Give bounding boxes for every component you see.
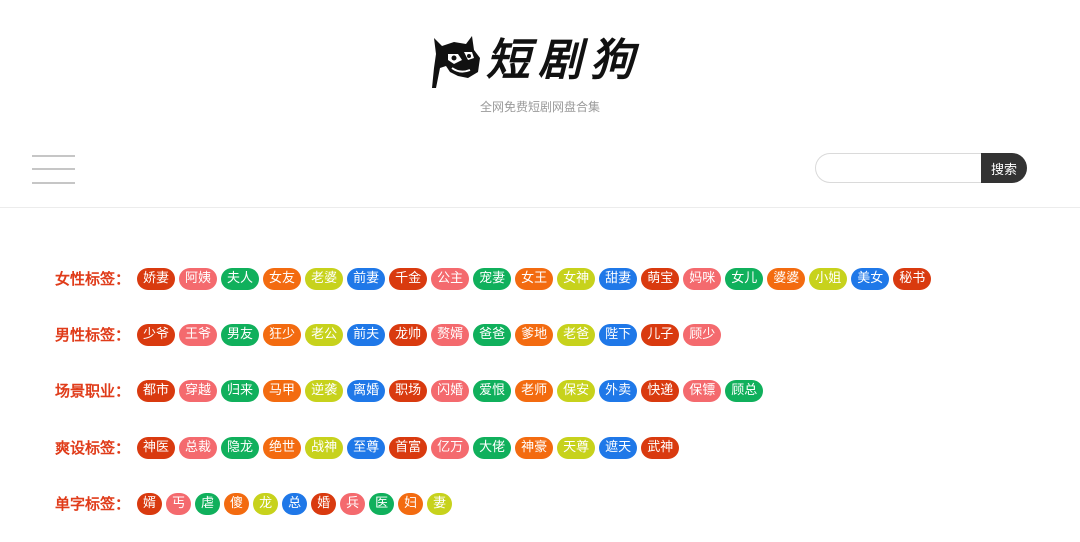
search-box: 搜索 bbox=[815, 153, 1027, 183]
tag-link[interactable]: 快递 bbox=[641, 380, 680, 402]
tag-link[interactable]: 归来 bbox=[221, 380, 260, 402]
site-logo-text: 短剧狗 bbox=[486, 35, 642, 86]
search-input[interactable] bbox=[815, 153, 1002, 183]
tag-link[interactable]: 天尊 bbox=[557, 437, 596, 459]
tag-link[interactable]: 隐龙 bbox=[221, 437, 260, 459]
menu-toggle-button[interactable] bbox=[32, 154, 76, 184]
tag-list: 娇妻 阿姨 夫人 女友 老婆 前妻 千金 公主 宠妻 女王 女神 甜妻 萌宝 妈咪 女儿 婆婆 小姐 美女 秘书 bbox=[137, 268, 932, 290]
tag-link[interactable]: 至尊 bbox=[347, 437, 386, 459]
tag-link[interactable]: 甜妻 bbox=[599, 268, 638, 290]
tag-link[interactable]: 龙帅 bbox=[389, 324, 428, 346]
tag-link[interactable]: 武神 bbox=[641, 437, 680, 459]
tag-link[interactable]: 女友 bbox=[263, 268, 302, 290]
site-header: 短剧狗 全网免费短剧网盘合集 搜索 bbox=[0, 0, 1080, 208]
tag-link[interactable]: 顾少 bbox=[683, 324, 722, 346]
search-button[interactable]: 搜索 bbox=[981, 153, 1027, 183]
tag-link[interactable]: 老婆 bbox=[305, 268, 344, 290]
tag-link[interactable]: 医 bbox=[369, 493, 395, 515]
tag-link[interactable]: 兵 bbox=[340, 493, 366, 515]
tag-link[interactable]: 首富 bbox=[389, 437, 428, 459]
tag-link[interactable]: 闪婚 bbox=[431, 380, 470, 402]
tag-link[interactable]: 宠妻 bbox=[473, 268, 512, 290]
tag-link[interactable]: 爱恨 bbox=[473, 380, 512, 402]
tag-link[interactable]: 千金 bbox=[389, 268, 428, 290]
tag-link[interactable]: 爸爸 bbox=[473, 324, 512, 346]
tag-link[interactable]: 老爸 bbox=[557, 324, 596, 346]
tag-link[interactable]: 保安 bbox=[557, 380, 596, 402]
tag-link[interactable]: 男友 bbox=[221, 324, 260, 346]
tag-link[interactable]: 总裁 bbox=[179, 437, 218, 459]
menu-line-icon bbox=[32, 182, 75, 184]
tag-link[interactable]: 总 bbox=[282, 493, 308, 515]
tag-link[interactable]: 大佬 bbox=[473, 437, 512, 459]
tag-link[interactable]: 爹地 bbox=[515, 324, 554, 346]
tag-list: 婿丐虐傻龙总婚兵医妇妻 bbox=[137, 493, 453, 515]
tag-link[interactable]: 女王 bbox=[515, 268, 554, 290]
tag-link[interactable]: 老师 bbox=[515, 380, 554, 402]
tag-link[interactable]: 前妻 bbox=[347, 268, 386, 290]
tag-link[interactable]: 遮天 bbox=[599, 437, 638, 459]
tag-link[interactable]: 战神 bbox=[305, 437, 344, 459]
tag-row-label: 爽设标签： bbox=[55, 439, 131, 457]
tag-link[interactable]: 儿子 bbox=[641, 324, 680, 346]
tag-link[interactable]: 龙 bbox=[253, 493, 279, 515]
tag-row-label: 场景职业： bbox=[55, 382, 131, 400]
tag-link[interactable]: 夫人 bbox=[221, 268, 260, 290]
tag-link[interactable]: 婿 bbox=[137, 493, 163, 515]
tag-link[interactable]: 都市 bbox=[137, 380, 176, 402]
tag-link[interactable]: 前夫 bbox=[347, 324, 386, 346]
tag-link[interactable]: 王爷 bbox=[179, 324, 218, 346]
site-logo[interactable]: 短剧狗 bbox=[428, 30, 658, 92]
tag-link[interactable]: 逆袭 bbox=[305, 380, 344, 402]
tag-link[interactable]: 老公 bbox=[305, 324, 344, 346]
tag-link[interactable]: 陛下 bbox=[599, 324, 638, 346]
tag-link[interactable]: 傻 bbox=[224, 493, 250, 515]
tag-link[interactable]: 娇妻 bbox=[137, 268, 176, 290]
tag-list: 少爷 王爷 男友 狂少 老公 前夫 龙帅 赘婿 爸爸 爹地 老爸 陛下 儿子 顾少 bbox=[137, 324, 722, 346]
tag-list: 都市 穿越 归来 马甲 逆袭 离婚 职场 闪婚 爱恨 老师 保安 外卖 快递 保镖 顾总 bbox=[137, 380, 764, 402]
tag-link[interactable]: 虐 bbox=[195, 493, 221, 515]
tag-link[interactable]: 婆婆 bbox=[767, 268, 806, 290]
tag-link[interactable]: 穿越 bbox=[179, 380, 218, 402]
tag-list: 神医 总裁 隐龙 绝世 战神 至尊 首富 亿万 大佬 神豪 天尊 遮天 武神 bbox=[137, 437, 680, 459]
tag-link[interactable]: 外卖 bbox=[599, 380, 638, 402]
tag-row-label: 男性标签： bbox=[55, 326, 131, 344]
tag-link[interactable]: 婚 bbox=[311, 493, 337, 515]
tag-link[interactable]: 神医 bbox=[137, 437, 176, 459]
tag-link[interactable]: 绝世 bbox=[263, 437, 302, 459]
tag-link[interactable]: 小姐 bbox=[809, 268, 848, 290]
tag-row-label: 单字标签： bbox=[55, 495, 131, 513]
tag-link[interactable]: 妻 bbox=[427, 493, 453, 515]
tag-link[interactable]: 萌宝 bbox=[641, 268, 680, 290]
tag-link[interactable]: 美女 bbox=[851, 268, 890, 290]
tag-link[interactable]: 秘书 bbox=[893, 268, 932, 290]
tag-link[interactable]: 女神 bbox=[557, 268, 596, 290]
menu-line-icon bbox=[32, 155, 75, 157]
tag-link[interactable]: 阿姨 bbox=[179, 268, 218, 290]
tag-link[interactable]: 顾总 bbox=[725, 380, 764, 402]
tag-link[interactable]: 亿万 bbox=[431, 437, 470, 459]
tag-link[interactable]: 离婚 bbox=[347, 380, 386, 402]
tag-link[interactable]: 狂少 bbox=[263, 324, 302, 346]
tag-link[interactable]: 公主 bbox=[431, 268, 470, 290]
tag-link[interactable]: 妇 bbox=[398, 493, 424, 515]
menu-line-icon bbox=[32, 168, 75, 170]
dog-logo-icon bbox=[432, 36, 480, 88]
tag-link[interactable]: 职场 bbox=[389, 380, 428, 402]
site-tagline: 全网免费短剧网盘合集 bbox=[479, 100, 600, 114]
tag-link[interactable]: 赘婿 bbox=[431, 324, 470, 346]
tag-link[interactable]: 保镖 bbox=[683, 380, 722, 402]
tag-row-label: 女性标签： bbox=[55, 270, 131, 288]
tag-link[interactable]: 马甲 bbox=[263, 380, 302, 402]
tag-link[interactable]: 妈咪 bbox=[683, 268, 722, 290]
tag-link[interactable]: 女儿 bbox=[725, 268, 764, 290]
tag-link[interactable]: 丐 bbox=[166, 493, 192, 515]
tag-link[interactable]: 少爷 bbox=[137, 324, 176, 346]
tag-link[interactable]: 神豪 bbox=[515, 437, 554, 459]
